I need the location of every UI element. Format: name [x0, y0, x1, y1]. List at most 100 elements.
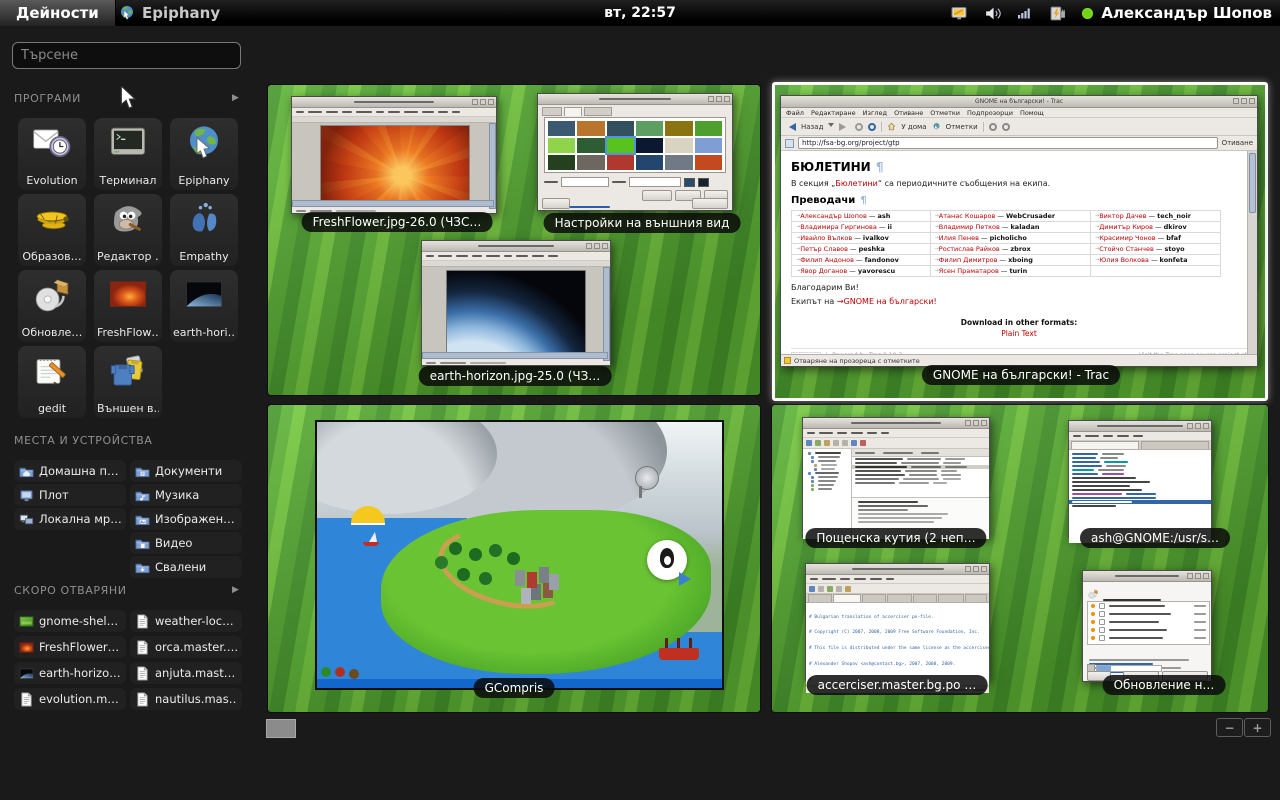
bookmarks-label[interactable]: Отметки [946, 123, 978, 131]
place-documents[interactable]: Документи [130, 460, 242, 482]
window-evolution[interactable] [802, 417, 990, 538]
app-epiphany[interactable]: Epiphany [170, 118, 238, 190]
place-local-network[interactable]: Локална мр… [14, 508, 126, 530]
app-gedit[interactable]: gedit [18, 346, 86, 418]
workspace-3[interactable]: GCompris [268, 405, 760, 712]
translator-link[interactable]: Петър Славов [800, 245, 848, 253]
place-videos[interactable]: Видео [130, 532, 242, 554]
translator-link[interactable]: Атанас Кошаров [939, 212, 996, 220]
mouse-cursor [120, 86, 137, 110]
history-globe-icon[interactable] [932, 122, 941, 131]
home-label[interactable]: У дома [901, 123, 926, 131]
app-freshflower-image[interactable]: FreshFlow… [94, 270, 162, 342]
workspace-4[interactable]: # Bulgarian translation of accerciser po… [772, 405, 1268, 712]
zoom-in-icon[interactable] [989, 123, 997, 131]
translator-link[interactable]: Красимир Чонов [1099, 234, 1155, 242]
stop-icon[interactable] [855, 123, 863, 131]
activities-button[interactable]: Дейности [0, 0, 116, 26]
app-gimp[interactable]: Редактор … [94, 194, 162, 266]
app-appearance[interactable]: Външен в… [94, 346, 162, 418]
translator-link[interactable]: Илия Пенев [939, 234, 979, 242]
app-gcompris[interactable]: Образов… [18, 194, 86, 266]
app-earth-horizon-image[interactable]: earth-hori… [170, 270, 238, 342]
anchor-pilcrow[interactable]: ¶ [876, 160, 884, 174]
app-menu[interactable]: Epiphany [118, 0, 220, 26]
recent-evolution-file[interactable]: evolution.m… [14, 688, 126, 710]
translator-link[interactable]: Александър Шопов [800, 212, 867, 220]
workspace-1[interactable]: FreshFlower.jpg-26.0 (ЧЗС… Настройки на … [268, 85, 760, 395]
zoom-out-icon[interactable] [1002, 123, 1010, 131]
window-gedit-accerciser[interactable]: # Bulgarian translation of accerciser po… [805, 563, 990, 681]
terminal-tabs[interactable] [1069, 441, 1211, 450]
team-text: Екипът на →GNOME на български! [791, 297, 1247, 306]
plain-text-link[interactable]: Plain Text [791, 329, 1247, 338]
back-icon[interactable] [785, 123, 796, 131]
translator-link[interactable]: Ясен Праматаров [939, 267, 999, 275]
update-list[interactable] [1087, 601, 1210, 645]
url-input[interactable]: http://fsa-bg.org/project/gtp [798, 137, 1218, 149]
browser-scrollbar[interactable] [1247, 151, 1257, 359]
gcompris-controls[interactable] [321, 667, 331, 677]
workspace-2[interactable]: GNOME на български! - Trac ФайлРедактира… [772, 82, 1268, 401]
bulletins-link[interactable]: Бюлетини [835, 179, 878, 188]
place-music[interactable]: Музика [130, 484, 242, 506]
window-epiphany-trac[interactable]: GNOME на български! - Trac ФайлРедактира… [780, 95, 1258, 367]
reload-icon[interactable] [868, 123, 876, 131]
gnome-shell-overview: Дейности Epiphany вт, 22:57 Александър Ш… [0, 0, 1280, 800]
translator-link[interactable]: Ростислав Райков [939, 245, 1000, 253]
network-signal-icon[interactable] [1017, 5, 1033, 21]
window-gcompris[interactable] [315, 420, 724, 690]
clock[interactable]: вт, 22:57 [604, 0, 676, 26]
wallpaper-grid[interactable] [544, 117, 726, 173]
translator-link[interactable]: Филип Андонов [800, 256, 854, 264]
battery-icon[interactable] [1049, 5, 1066, 22]
window-appearance-prefs[interactable] [537, 93, 733, 211]
place-downloads[interactable]: Свалени [130, 556, 242, 578]
translator-link[interactable]: Владимир Петков [939, 223, 1000, 231]
translator-link[interactable]: Виктор Дачев [1099, 212, 1146, 220]
translator-link[interactable]: Ивайло Вълков [800, 234, 852, 242]
app-software-update[interactable]: Обновле… [18, 270, 86, 342]
app-empathy[interactable]: Empathy [170, 194, 238, 266]
translator-link[interactable]: Стойчо Станчев [1099, 245, 1154, 253]
place-pictures[interactable]: Изображен… [130, 508, 242, 530]
anchor-pilcrow[interactable]: ¶ [860, 195, 866, 206]
forward-icon[interactable] [839, 123, 850, 131]
home-icon[interactable] [887, 122, 896, 131]
back-label[interactable]: Назад [801, 123, 823, 131]
app-terminal[interactable]: Терминал [94, 118, 162, 190]
recent-weather-loc[interactable]: weather-loc… [130, 610, 242, 632]
app-evolution[interactable]: Evolution [18, 118, 86, 190]
recent-anjuta[interactable]: anjuta.mast… [130, 662, 242, 684]
programs-expander-icon[interactable]: ▶ [232, 93, 239, 103]
team-link[interactable]: →GNOME на български! [837, 297, 937, 306]
place-home[interactable]: Домашна п… [14, 460, 126, 482]
gimp-canvas [422, 267, 610, 359]
recent-nautilus[interactable]: nautilus.mas… [130, 688, 242, 710]
recent-expander-icon[interactable]: ▶ [232, 585, 239, 595]
translator-link[interactable]: Юлия Волкова [1099, 256, 1149, 264]
search-input[interactable] [12, 42, 241, 69]
recent-gnome-shell[interactable]: gnome-shel… [14, 610, 126, 632]
window-gimp-freshflower[interactable] [291, 96, 497, 214]
window-software-update[interactable] [1082, 570, 1212, 682]
remove-workspace-button[interactable]: − [1216, 718, 1243, 737]
place-desktop[interactable]: Плот [14, 484, 126, 506]
back-dropdown-icon[interactable] [828, 123, 834, 130]
window-gimp-earth-horizon[interactable] [421, 240, 611, 366]
user-menu[interactable]: Александър Шопов [1101, 4, 1272, 22]
go-button[interactable]: Отиване [1222, 139, 1253, 147]
recent-orca[interactable]: orca.master.… [130, 636, 242, 658]
window-terminal[interactable] [1068, 420, 1212, 538]
translator-link[interactable]: Димитър Киров [1099, 223, 1153, 231]
gedit-tabs[interactable] [806, 594, 989, 603]
recent-freshflower[interactable]: FreshFlower… [14, 636, 126, 658]
appearance-body [538, 105, 732, 211]
add-workspace-button[interactable]: + [1244, 718, 1271, 737]
translator-link[interactable]: Филип Димитров [939, 256, 998, 264]
volume-icon[interactable] [984, 5, 1001, 22]
translator-link[interactable]: Владимира Гиргинова [800, 223, 877, 231]
translator-link[interactable]: Явор Доганов [800, 267, 847, 275]
recent-earth-horizon[interactable]: earth-horizo… [14, 662, 126, 684]
display-settings-icon[interactable] [951, 5, 968, 22]
